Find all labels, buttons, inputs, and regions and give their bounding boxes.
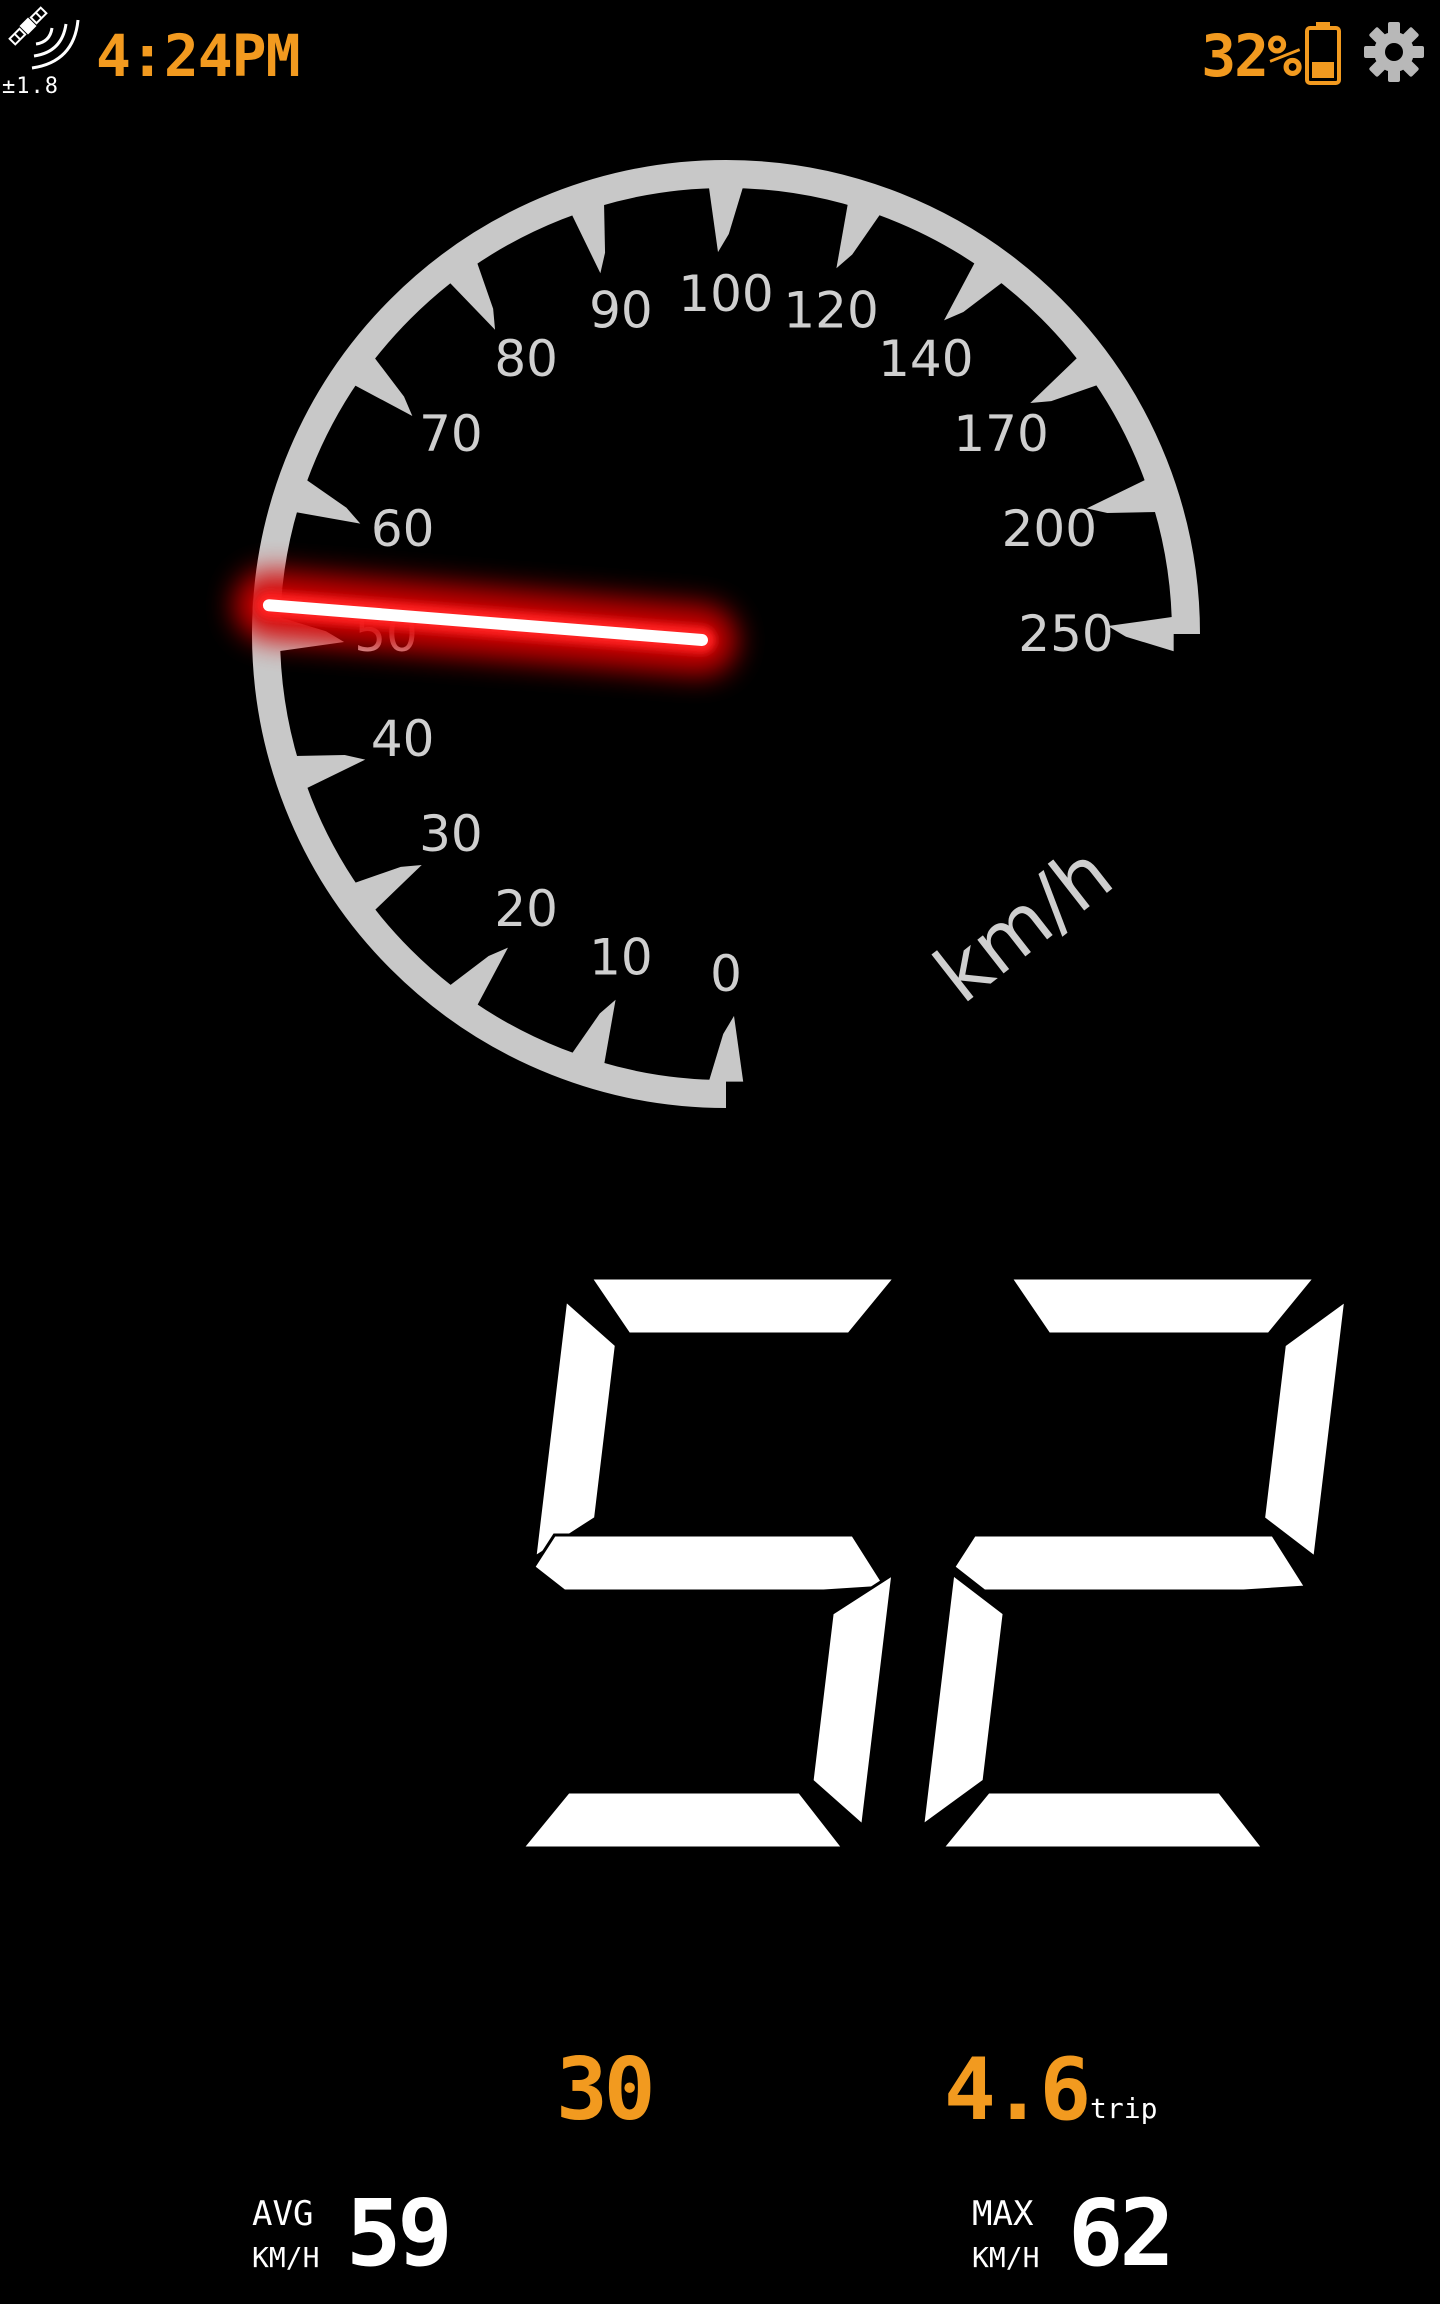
digit-segment-g bbox=[951, 1533, 1309, 1593]
gauge-tick-100 bbox=[708, 186, 744, 253]
gauge-tick-250 bbox=[1107, 616, 1174, 652]
speedometer-gauge: 0102030405060708090100120140170200250 km… bbox=[233, 160, 1200, 1108]
avg-speed-unit: KM/H bbox=[252, 2241, 320, 2274]
max-speed-value: 62 bbox=[1068, 2180, 1175, 2287]
gauge-tick-label-140: 140 bbox=[878, 330, 973, 388]
digit-segment-g bbox=[531, 1533, 889, 1593]
digit-segment-b bbox=[1261, 1297, 1348, 1561]
avg-speed-value: 59 bbox=[346, 2180, 453, 2287]
gauge-tick-label-250: 250 bbox=[1018, 605, 1113, 663]
gauge-tick-200 bbox=[1086, 479, 1158, 514]
gauge-needle bbox=[233, 570, 737, 675]
gauge-tick-label-10: 10 bbox=[589, 928, 653, 986]
gauge-tick-label-70: 70 bbox=[419, 405, 483, 463]
digit-segment-f bbox=[533, 1297, 618, 1561]
gauge-tick-60 bbox=[294, 479, 361, 524]
avg-speed-label: AVG bbox=[252, 2194, 314, 2234]
gauge-tick-label-0: 0 bbox=[710, 945, 742, 1003]
gauge-tick-label-100: 100 bbox=[678, 265, 773, 323]
gauge-tick-label-90: 90 bbox=[589, 282, 653, 340]
gauge-tick-10 bbox=[571, 999, 616, 1066]
gauge-tick-0 bbox=[708, 1015, 744, 1082]
gauge-unit-label: km/h bbox=[919, 828, 1130, 1020]
max-speed-unit: KM/H bbox=[972, 2241, 1040, 2274]
digital-speed-digit bbox=[519, 1276, 898, 1850]
digit-segment-c bbox=[810, 1571, 895, 1829]
speed-limit-value: 30 bbox=[556, 2040, 656, 2140]
gauge-tick-label-60: 60 bbox=[371, 500, 435, 558]
max-speed-label: MAX bbox=[972, 2194, 1034, 2234]
gauge-tick-40 bbox=[294, 754, 366, 789]
digit-segment-d bbox=[939, 1790, 1267, 1850]
digital-speed-readout bbox=[519, 1276, 1348, 1850]
digit-segment-a bbox=[1007, 1276, 1318, 1336]
digit-segment-d bbox=[519, 1790, 847, 1850]
gauge-tick-label-120: 120 bbox=[783, 282, 878, 340]
gauge-tick-label-20: 20 bbox=[494, 880, 558, 938]
trip-label: trip bbox=[1090, 2092, 1158, 2125]
digit-segment-a bbox=[587, 1276, 898, 1336]
gauge-tick-120 bbox=[836, 202, 881, 269]
gauge-tick-label-30: 30 bbox=[419, 805, 483, 863]
gauge-tick-label-200: 200 bbox=[1002, 500, 1097, 558]
gauge-tick-label-80: 80 bbox=[494, 330, 558, 388]
gauge-tick-90 bbox=[571, 202, 606, 274]
trip-distance-value: 4.6 bbox=[944, 2040, 1091, 2140]
digital-speed-digit bbox=[920, 1276, 1348, 1850]
gauge-tick-label-170: 170 bbox=[953, 405, 1048, 463]
digit-segment-e bbox=[920, 1571, 1006, 1829]
gauge-tick-label-40: 40 bbox=[371, 710, 435, 768]
